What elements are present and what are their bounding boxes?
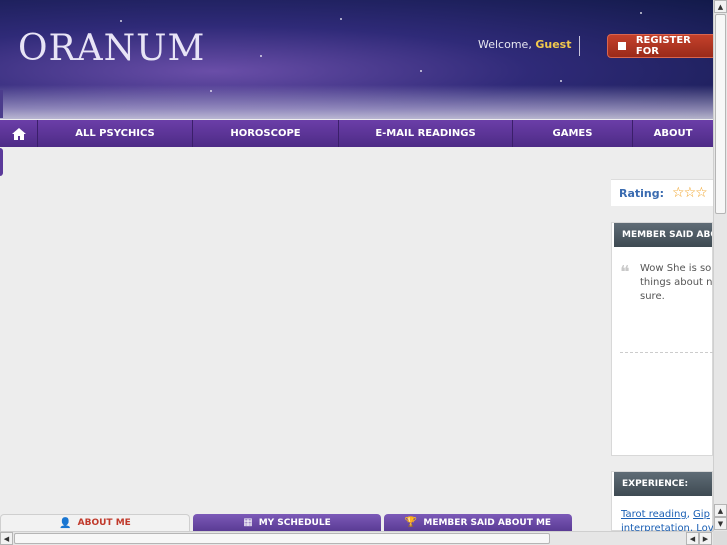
scroll-right-button[interactable]: ▶ <box>699 532 712 545</box>
rating-label: Rating: <box>619 186 665 200</box>
left-edge-marker <box>0 90 3 118</box>
nav-all-psychics[interactable]: ALL PSYCHICS <box>38 120 193 147</box>
home-icon <box>11 127 26 140</box>
welcome-text: Welcome, Guest <box>478 38 571 51</box>
scroll-down-button[interactable]: ▼ <box>714 517 727 530</box>
member-quote: Wow She is so things about n sure. <box>640 262 713 304</box>
member-said-panel: MEMBER SAID ABO <box>611 222 713 456</box>
tab-label: MY SCHEDULE <box>258 517 331 528</box>
tab-member-said[interactable]: 🏆 MEMBER SAID ABOUT ME <box>384 514 572 531</box>
scroll-corner <box>713 531 727 545</box>
trophy-icon: 🏆 <box>404 517 418 528</box>
register-label: REGISTER FOR <box>635 35 691 57</box>
welcome-prefix: Welcome, <box>478 38 532 51</box>
quote-line: Wow She is so <box>640 263 712 274</box>
nav-games[interactable]: GAMES <box>513 120 633 147</box>
horizontal-scrollbar[interactable]: ◀ ◀ ▶ <box>0 531 713 545</box>
scroll-up-button[interactable]: ▲ <box>714 504 727 517</box>
site-header: ORANUM Welcome, Guest REGISTER FOR <box>0 0 713 119</box>
vertical-scroll-thumb[interactable] <box>715 14 726 214</box>
nav-horoscope[interactable]: HOROSCOPE <box>193 120 339 147</box>
quote-icon: ❝ <box>620 262 630 283</box>
quote-line: sure. <box>640 291 665 302</box>
calendar-icon: ▦ <box>243 517 253 528</box>
tab-label: MEMBER SAID ABOUT ME <box>423 517 552 528</box>
quote-line: things about n <box>640 277 713 288</box>
welcome-user: Guest <box>535 38 572 51</box>
nav-email-readings[interactable]: E-MAIL READINGS <box>339 120 513 147</box>
quote-divider <box>620 352 713 353</box>
profile-tabs: 👤 ABOUT ME ▦ MY SCHEDULE 🏆 MEMBER SAID A… <box>0 514 713 531</box>
scroll-left-button[interactable]: ◀ <box>686 532 699 545</box>
person-icon: 👤 <box>59 517 72 529</box>
home-button[interactable] <box>0 120 38 147</box>
register-button[interactable]: REGISTER FOR <box>607 34 713 58</box>
scroll-left-button[interactable]: ◀ <box>0 532 13 545</box>
nav-about[interactable]: ABOUT <box>633 120 713 147</box>
header-divider <box>579 36 580 56</box>
tab-about-me[interactable]: 👤 ABOUT ME <box>0 514 190 531</box>
scroll-up-button[interactable]: ▲ <box>714 0 727 13</box>
rating-stars-icon[interactable]: ☆☆☆ <box>672 185 708 201</box>
rating-box: Rating: ☆☆☆ <box>611 179 713 206</box>
checkbox-icon <box>618 42 626 50</box>
vertical-scrollbar[interactable]: ▲ ▲ ▼ <box>713 0 727 531</box>
main-nav: ALL PSYCHICS HOROSCOPE E-MAIL READINGS G… <box>0 120 713 147</box>
tab-label: ABOUT ME <box>77 518 131 528</box>
member-said-title: MEMBER SAID ABO <box>614 223 712 247</box>
tab-my-schedule[interactable]: ▦ MY SCHEDULE <box>193 514 381 531</box>
horizontal-scroll-thumb[interactable] <box>14 533 550 544</box>
experience-title: EXPERIENCE: <box>614 472 712 496</box>
site-logo[interactable]: ORANUM <box>18 28 205 69</box>
left-edge-tab <box>0 148 3 176</box>
